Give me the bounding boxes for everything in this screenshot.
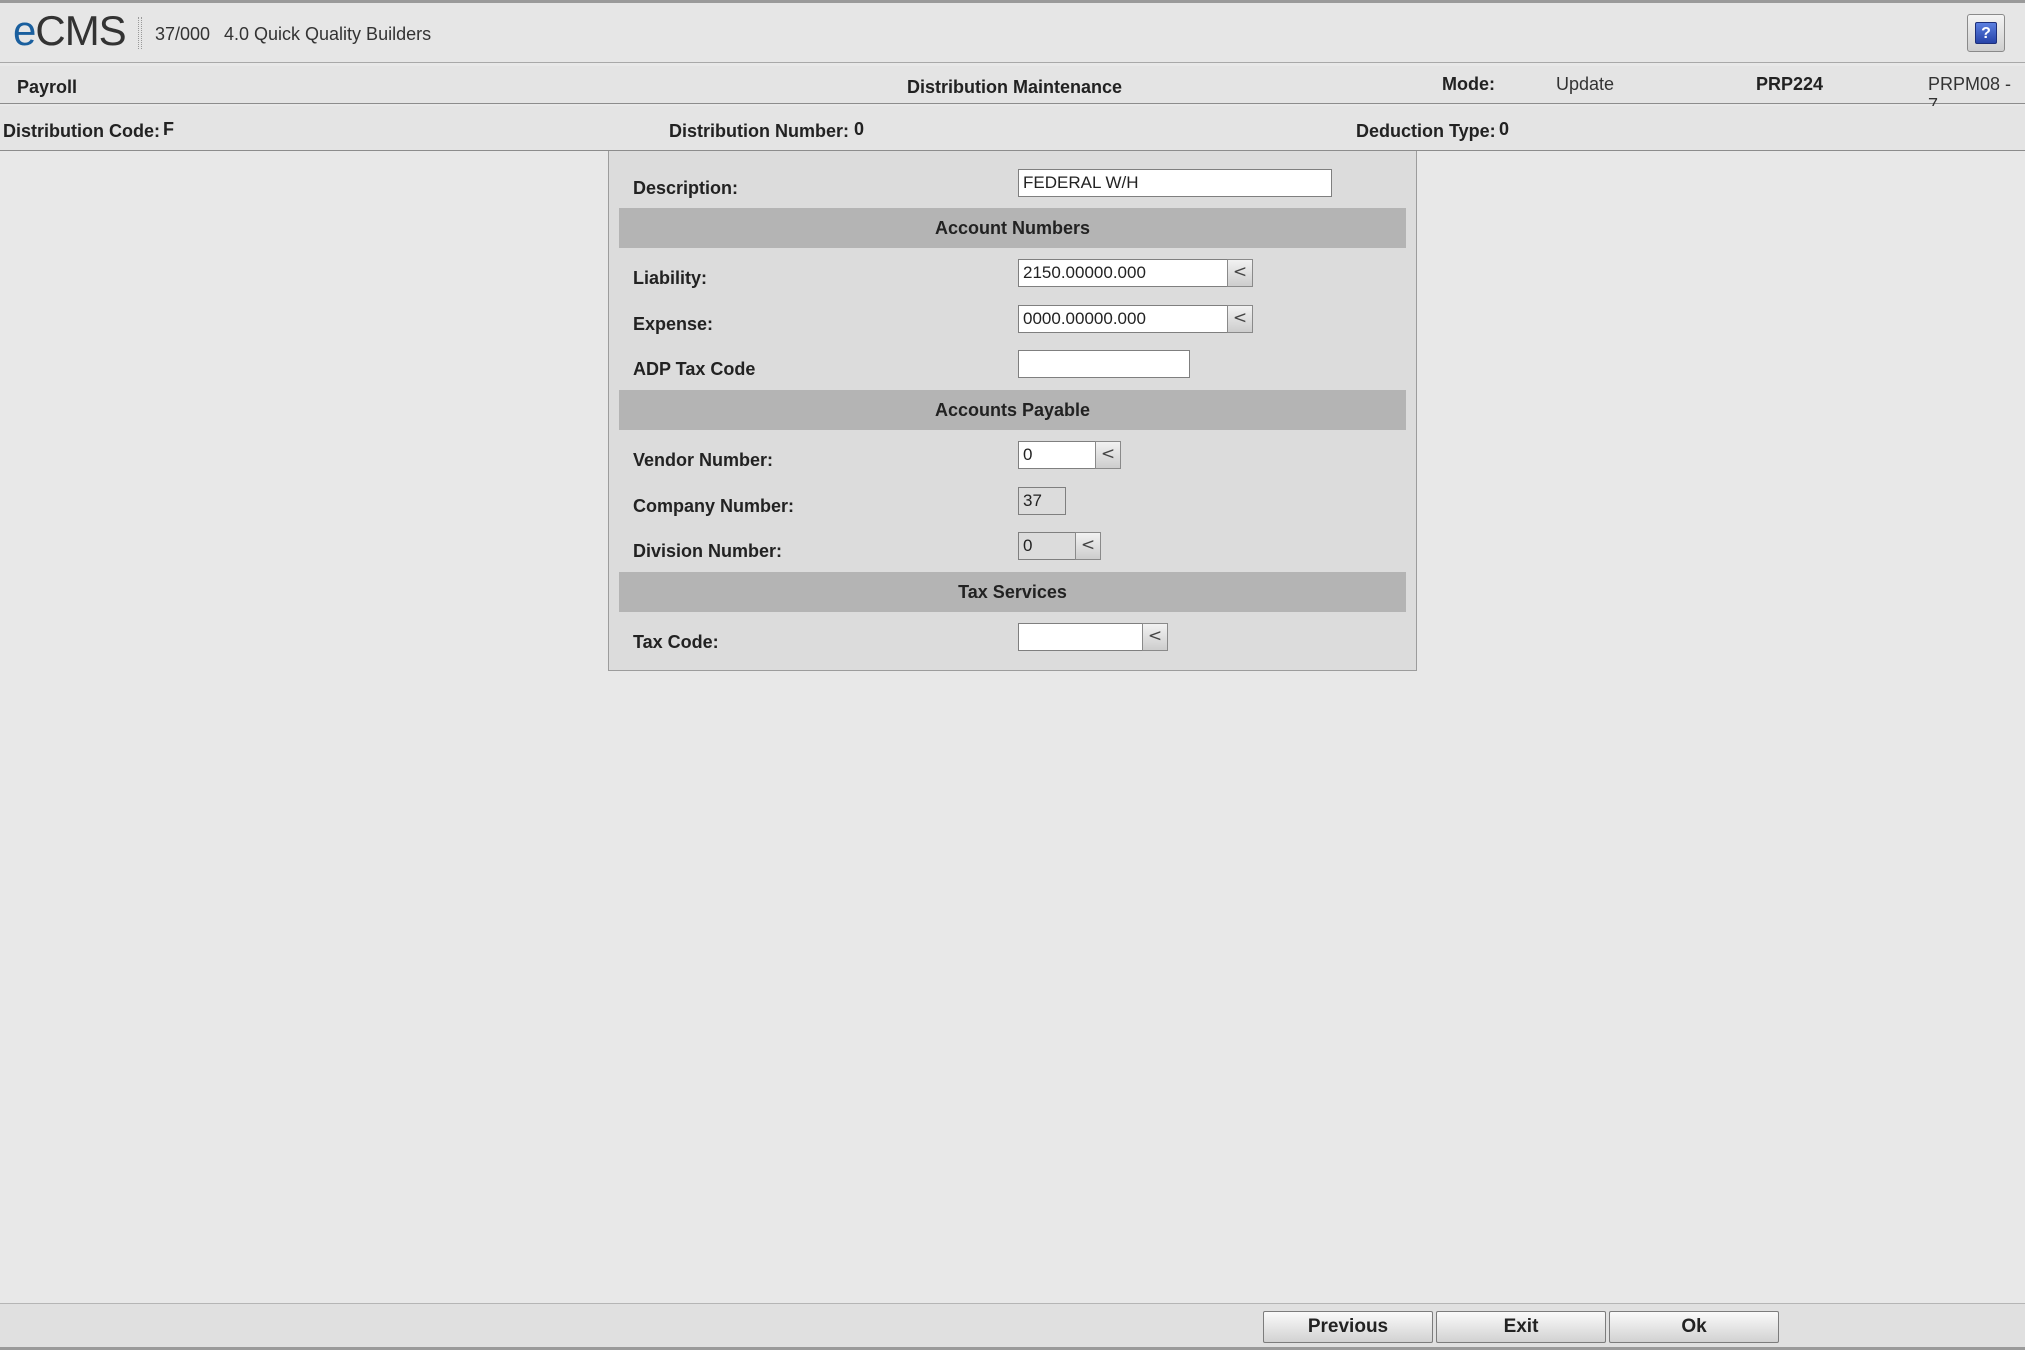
deduction-type-value: 0 xyxy=(1499,119,1510,139)
footer-bar: Previous Exit Ok xyxy=(0,1303,2025,1350)
vendor-number-field[interactable] xyxy=(1018,441,1096,469)
company-code: 37/000 xyxy=(155,24,211,44)
distribution-form-panel: Description: Account Numbers Liability: … xyxy=(608,151,1417,671)
logo-cms: CMS xyxy=(35,7,126,54)
logo-separator xyxy=(138,17,142,49)
chevron-left-icon: < xyxy=(1100,444,1116,464)
company-name: 4.0 Quick Quality Builders xyxy=(224,24,432,44)
module-name: Payroll xyxy=(17,77,78,97)
mode-value: Update xyxy=(1556,74,1615,94)
adp-tax-code-label: ADP Tax Code xyxy=(633,359,756,379)
screen-header: Payroll Distribution Maintenance Mode: U… xyxy=(0,66,2025,115)
division-number-field[interactable] xyxy=(1018,532,1076,560)
vendor-number-label: Vendor Number: xyxy=(633,450,774,470)
distribution-code-value: F xyxy=(163,119,174,139)
mode-label: Mode: xyxy=(1442,74,1495,94)
section-tax-services: Tax Services xyxy=(619,572,1406,612)
distribution-number-value: 0 xyxy=(854,119,865,139)
section-account-numbers: Account Numbers xyxy=(619,208,1406,248)
page-title: Distribution Maintenance xyxy=(907,77,1123,97)
description-field[interactable] xyxy=(1018,169,1332,197)
company-number-label: Company Number: xyxy=(633,496,795,516)
chevron-left-icon: < xyxy=(1232,262,1248,282)
tax-code-field[interactable] xyxy=(1018,623,1143,651)
previous-button[interactable]: Previous xyxy=(1263,1311,1433,1343)
expense-lookup-button[interactable]: < xyxy=(1227,305,1253,333)
exit-button[interactable]: Exit xyxy=(1436,1311,1606,1343)
division-lookup-button[interactable]: < xyxy=(1075,532,1101,560)
section-accounts-payable: Accounts Payable xyxy=(619,390,1406,430)
chevron-left-icon: < xyxy=(1147,626,1163,646)
ecms-logo: eCMS xyxy=(13,7,127,55)
key-fields-bar: Distribution Code: F Distribution Number… xyxy=(0,106,2025,151)
division-number-label: Division Number: xyxy=(633,541,783,561)
vendor-lookup-button[interactable]: < xyxy=(1095,441,1121,469)
description-label: Description: xyxy=(633,178,739,198)
tax-code-lookup-button[interactable]: < xyxy=(1142,623,1168,651)
title-bar: eCMS 37/000 4.0 Quick Quality Builders ? xyxy=(0,0,2025,63)
program-code: PRP224 xyxy=(1756,74,1824,94)
liability-lookup-button[interactable]: < xyxy=(1227,259,1253,287)
liability-account-field[interactable] xyxy=(1018,259,1228,287)
adp-tax-code-field[interactable] xyxy=(1018,350,1190,378)
expense-label: Expense: xyxy=(633,314,714,334)
chevron-left-icon: < xyxy=(1232,308,1248,328)
company-number-field xyxy=(1018,487,1066,515)
deduction-type-label: Deduction Type: xyxy=(1356,121,1496,141)
help-button[interactable]: ? xyxy=(1967,14,2005,52)
logo-e: e xyxy=(13,7,36,54)
tax-code-label: Tax Code: xyxy=(633,632,719,652)
liability-label: Liability: xyxy=(633,268,708,288)
distribution-code-label: Distribution Code: xyxy=(3,121,160,141)
chevron-left-icon: < xyxy=(1080,535,1096,555)
help-question-icon: ? xyxy=(1975,22,1997,44)
ok-button[interactable]: Ok xyxy=(1609,1311,1779,1343)
distribution-number-label: Distribution Number: xyxy=(669,121,849,141)
expense-account-field[interactable] xyxy=(1018,305,1228,333)
